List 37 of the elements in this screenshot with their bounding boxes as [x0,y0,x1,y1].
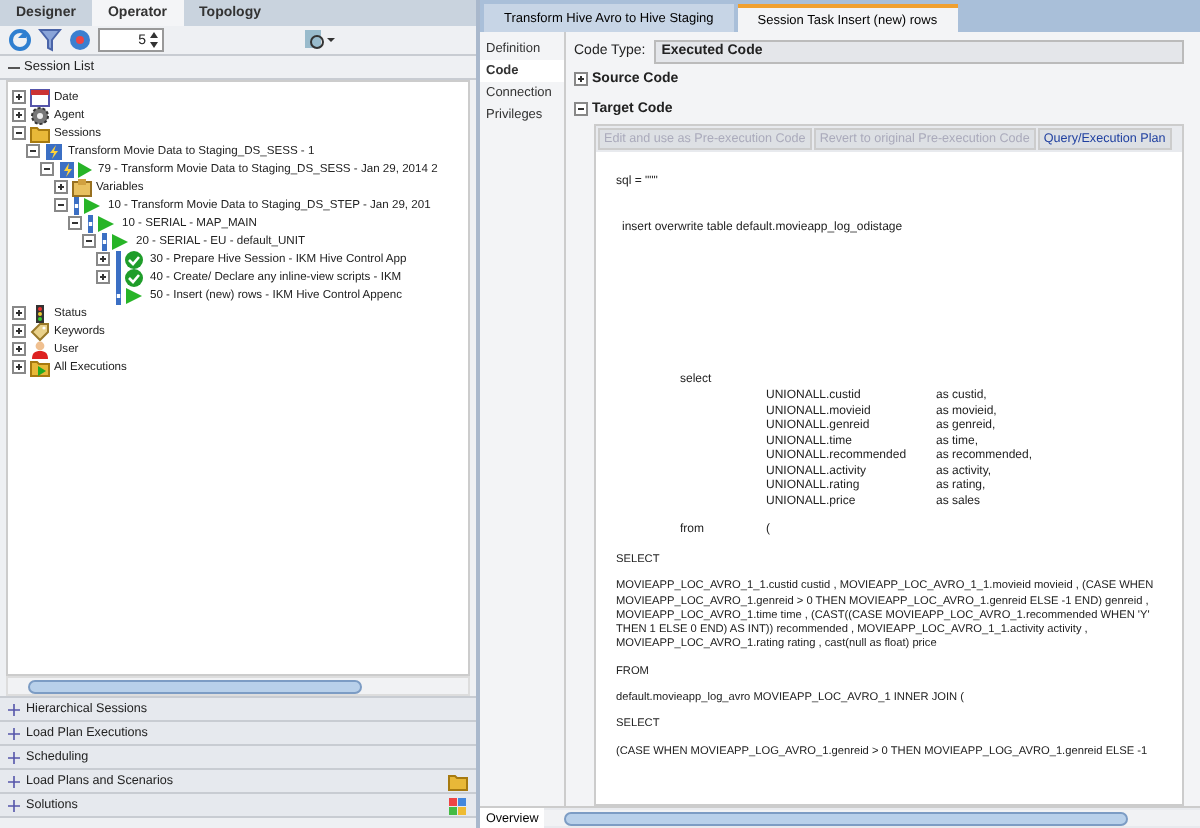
expand-icon[interactable] [574,72,588,86]
collapse-icon[interactable] [8,61,20,73]
expand-icon[interactable] [12,342,26,356]
expand-icon[interactable] [54,180,68,194]
tag-icon [30,321,50,341]
step-run-icon [114,285,146,305]
collapse-icon[interactable] [40,162,54,176]
step-run-icon [100,231,132,251]
collapse-icon[interactable] [54,198,68,212]
expand-icon[interactable] [12,90,26,104]
task-done-icon [114,249,146,269]
calendar-icon [30,87,50,107]
expand-icon[interactable] [96,270,110,284]
refresh-icon[interactable] [8,28,32,52]
expand-icon[interactable] [12,108,26,122]
step-run-icon [86,213,118,233]
folder-run-icon [30,357,50,377]
session-run-icon [58,159,94,179]
variables-icon [72,177,92,197]
collapse-icon[interactable] [82,234,96,248]
user-icon [30,339,50,359]
expand-icon[interactable] [12,360,26,374]
collapse-icon[interactable] [12,126,26,140]
task-done-icon [114,267,146,287]
scrollbar[interactable] [6,676,470,696]
session-icon [44,141,64,161]
scrollbar[interactable] [544,810,1200,826]
collapse-icon[interactable] [574,102,588,116]
puzzle-icon [448,795,468,815]
expand-icon[interactable] [12,306,26,320]
expand-icon[interactable] [96,252,110,266]
step-run-icon [72,195,104,215]
expand-icon[interactable] [12,324,26,338]
collapse-icon[interactable] [68,216,82,230]
collapse-icon[interactable] [26,144,40,158]
folder-icon [30,123,50,143]
traffic-icon [30,303,50,323]
